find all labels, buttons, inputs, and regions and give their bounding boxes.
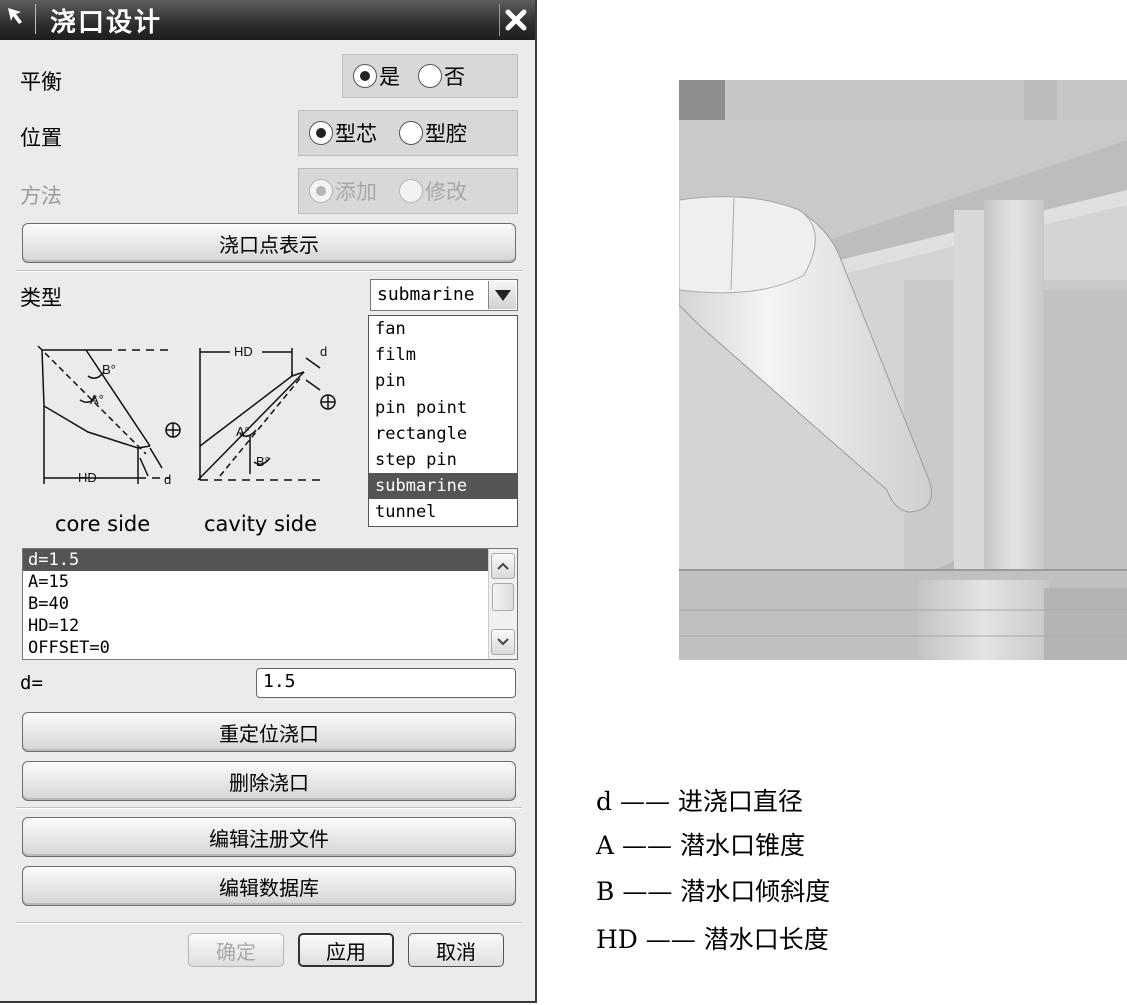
legend-symbol: HD xyxy=(596,925,638,954)
cancel-button[interactable]: 取消 xyxy=(408,933,504,967)
radio-selected-icon xyxy=(309,179,333,203)
legend-item: HD —— 潜水口长度 xyxy=(596,925,829,954)
delete-gate-button[interactable]: 删除浇口 xyxy=(22,761,516,801)
dropdown-option[interactable]: pin point xyxy=(369,395,517,421)
radio-empty-icon xyxy=(399,179,423,203)
list-item-selected[interactable]: d=1.5 xyxy=(23,549,488,571)
diagram-label-d: d xyxy=(320,344,327,359)
type-select[interactable]: submarine xyxy=(370,279,518,311)
radio-selected-icon xyxy=(353,64,377,88)
position-label: 位置 xyxy=(20,126,62,150)
radio-empty-icon xyxy=(399,121,423,145)
type-dropdown-list: fan film pin pin point rectangle step pi… xyxy=(368,315,518,527)
diagram-label-a: A° xyxy=(90,392,104,407)
method-radio-group: 添加 修改 xyxy=(298,168,518,214)
separator xyxy=(16,270,522,272)
core-side-caption: core side xyxy=(55,512,151,536)
gate-point-button[interactable]: 浇口点表示 xyxy=(22,223,516,263)
gate-design-dialog: 浇口设计 平衡 是 否 位置 型芯 型腔 方法 添加 修改 浇口点表示 类型 s… xyxy=(0,0,537,1003)
diagram-label-a: A° xyxy=(236,424,250,439)
method-modify-option: 修改 xyxy=(399,176,467,206)
method-modify-label: 修改 xyxy=(425,180,467,204)
position-radio-group: 型芯 型腔 xyxy=(298,110,518,156)
diagram-label-hd: HD xyxy=(78,470,97,485)
dialog-title: 浇口设计 xyxy=(50,8,163,38)
balance-yes-option[interactable]: 是 xyxy=(353,61,400,91)
balance-yes-label: 是 xyxy=(379,65,400,89)
radio-selected-icon xyxy=(309,121,333,145)
diagram-label-d: d xyxy=(164,472,171,487)
position-cavity-option[interactable]: 型腔 xyxy=(399,118,467,148)
scroll-thumb[interactable] xyxy=(492,583,514,611)
legend-text: 潜水口锥度 xyxy=(679,831,805,860)
legend-symbol: A xyxy=(596,831,615,860)
pin-icon[interactable] xyxy=(4,4,36,34)
d-value-input[interactable]: 1.5 xyxy=(256,668,516,698)
separator xyxy=(16,807,522,809)
balance-label: 平衡 xyxy=(20,70,62,94)
close-icon xyxy=(505,9,526,31)
position-cavity-label: 型腔 xyxy=(425,122,467,146)
balance-no-label: 否 xyxy=(444,65,465,89)
legend-symbol: d xyxy=(596,787,613,816)
balance-no-option[interactable]: 否 xyxy=(418,61,465,91)
dropdown-option-selected[interactable]: submarine xyxy=(369,473,517,500)
legend-item: A —— 潜水口锥度 xyxy=(596,831,805,860)
dropdown-option[interactable]: step pin xyxy=(369,447,517,473)
dropdown-option[interactable]: pin xyxy=(369,368,517,394)
chevron-up-icon xyxy=(497,562,509,570)
list-scrollbar[interactable] xyxy=(488,549,517,659)
edit-database-button[interactable]: 编辑数据库 xyxy=(22,866,516,906)
scroll-up-button[interactable] xyxy=(491,553,515,579)
position-core-option[interactable]: 型芯 xyxy=(309,118,377,148)
edit-register-file-button[interactable]: 编辑注册文件 xyxy=(22,817,516,857)
apply-button[interactable]: 应用 xyxy=(298,933,394,967)
gate-3d-view xyxy=(679,80,1127,660)
legend-symbol: B xyxy=(596,877,615,906)
balance-radio-group: 是 否 xyxy=(342,54,518,98)
chevron-down-icon xyxy=(494,290,511,301)
type-label: 类型 xyxy=(20,286,62,310)
method-label: 方法 xyxy=(20,184,62,208)
legend-item: B —— 潜水口倾斜度 xyxy=(596,877,831,906)
reposition-gate-button[interactable]: 重定位浇口 xyxy=(22,712,516,752)
edit-value-label: d= xyxy=(20,672,43,694)
diagram-label-hd: HD xyxy=(234,344,253,359)
legend-text: 潜水口长度 xyxy=(703,925,829,954)
list-item[interactable]: OFFSET=0 xyxy=(23,637,488,659)
parameter-list[interactable]: d=1.5 A=15 B=40 HD=12 OFFSET=0 xyxy=(22,548,518,660)
title-bar[interactable]: 浇口设计 xyxy=(0,0,535,40)
dropdown-option[interactable]: fan xyxy=(369,316,517,342)
method-add-option: 添加 xyxy=(309,176,377,206)
method-add-label: 添加 xyxy=(335,180,377,204)
ok-button: 确定 xyxy=(188,933,284,967)
scroll-down-button[interactable] xyxy=(491,629,515,655)
list-item[interactable]: A=15 xyxy=(23,571,488,593)
dropdown-option[interactable]: rectangle xyxy=(369,421,517,447)
dropdown-button[interactable] xyxy=(488,281,516,309)
cavity-side-caption: cavity side xyxy=(204,512,318,536)
list-item[interactable]: B=40 xyxy=(23,593,488,615)
list-item[interactable]: HD=12 xyxy=(23,615,488,637)
dropdown-option[interactable]: tunnel xyxy=(369,499,517,525)
type-select-value: submarine xyxy=(377,284,475,305)
diagram-label-b: B° xyxy=(256,454,270,469)
separator xyxy=(16,922,522,924)
radio-empty-icon xyxy=(418,64,442,88)
dropdown-option[interactable]: film xyxy=(369,342,517,368)
close-button[interactable] xyxy=(499,4,531,36)
legend-item: d —— 进浇口直径 xyxy=(596,787,803,816)
legend-text: 潜水口倾斜度 xyxy=(680,877,831,906)
position-core-label: 型芯 xyxy=(335,122,377,146)
diagram-label-b: B° xyxy=(102,362,116,377)
legend-text: 进浇口直径 xyxy=(677,787,803,816)
chevron-down-icon xyxy=(497,638,509,646)
